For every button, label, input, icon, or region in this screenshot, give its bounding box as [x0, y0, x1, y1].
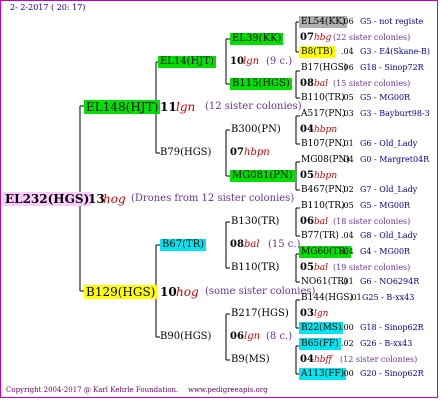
gen4-drone-code: hbpn: [314, 171, 338, 181]
gen1-drone-code: hog: [176, 285, 199, 299]
gen3-queen: MG081(PN): [230, 170, 295, 182]
gen1-drone-count: 11: [160, 100, 177, 114]
gen1-drone-code: lgn: [176, 100, 196, 114]
root-drone-note: (Drones from 12 sister colonies): [131, 193, 295, 204]
gen2-drone-count: 08: [230, 239, 244, 250]
gen2-drone-count: 06: [230, 331, 244, 342]
gen4-value: .03: [341, 109, 354, 118]
gen4-lineage: G0 - Margret04R: [360, 155, 430, 164]
gen4-value: .05: [341, 201, 354, 210]
gen2-drone-note: (15 c.): [268, 239, 301, 250]
footer-copyright: Copyright 2004-2017 @ Karl Kehrle Founda…: [6, 386, 179, 394]
gen4-value: .04: [341, 47, 354, 56]
gen4-queen: B8(TB): [299, 46, 335, 58]
gen4-value: .01: [341, 139, 354, 148]
gen4-drone-code: hbg: [314, 33, 332, 43]
gen4-value: .04: [341, 231, 354, 240]
root-drone-code: hog: [103, 192, 126, 206]
gen4-lineage: G6 - NO6294R: [360, 277, 420, 286]
gen4-value: .04: [341, 247, 354, 256]
gen2-queen: B90(HGS): [160, 331, 212, 342]
gen2-drone-code: lgn: [244, 331, 261, 342]
gen2-drone-note: (9 c.): [266, 56, 293, 67]
gen1-drone-note: (12 sister colonies): [205, 101, 302, 112]
gen4-drone-note: (19 sister colonies): [333, 263, 411, 272]
gen2-drone-code: lgn: [243, 56, 260, 67]
gen4-lineage: G3 - Bayburt98-3: [360, 109, 430, 118]
gen4-drone-count: 07: [300, 32, 314, 43]
gen2-drone-code: hbpn: [244, 147, 270, 158]
gen4-queen: B144(HGS): [301, 293, 354, 303]
gen4-drone-count: 04: [300, 354, 314, 365]
gen2-drone-count: 07: [230, 147, 244, 158]
gen4-lineage: G18 - Sinop62R: [360, 323, 424, 332]
gen4-drone-count: 04: [300, 124, 314, 135]
gen4-value: .05: [341, 93, 354, 102]
gen3-queen: B9(MS): [231, 354, 270, 365]
gen4-lineage: G8 - Old_Lady: [360, 231, 418, 240]
gen4-drone-code: bal: [314, 263, 329, 273]
gen4-lineage: G7 - Old_Lady: [360, 185, 418, 194]
gen4-drone-count: 06: [300, 216, 314, 227]
gen1-queen: B129(HGS): [84, 285, 158, 299]
footer-site: www.pedigreeapis.org: [188, 386, 268, 394]
gen4-lineage: G5 - MG00R: [360, 201, 411, 210]
gen4-lineage: G5 - not registe: [360, 17, 424, 26]
date-stamp: 2- 2-2017 ( 20: 17): [10, 3, 86, 12]
gen4-lineage: G25 - B-xx43: [362, 293, 415, 302]
gen4-drone-code: hbpn: [314, 125, 338, 135]
gen4-lineage: G4 - MG00R: [360, 247, 411, 256]
gen4-value: .02: [341, 185, 354, 194]
gen4-value: .04: [341, 155, 354, 164]
gen4-lineage: G20 - Sinop62R: [360, 369, 424, 378]
gen4-drone-count: 05: [300, 170, 314, 181]
gen4-drone-code: hbff: [314, 355, 332, 365]
gen4-lineage: G6 - Old_Lady: [360, 139, 418, 148]
root-queen: EL232(HGS): [3, 192, 92, 206]
gen4-lineage: G5 - MG00R: [360, 93, 411, 102]
gen4-lineage: G26 - B-xx43: [360, 339, 413, 348]
gen4-drone-note: (12 sister colonies): [340, 355, 418, 364]
gen3-queen: B217(HGS): [231, 308, 289, 319]
gen4-value: .06: [341, 63, 354, 72]
gen4-value: .00: [341, 369, 354, 378]
gen4-queen: B22(MS): [299, 322, 344, 334]
gen4-value: .02: [341, 339, 354, 348]
gen1-drone-count: 10: [160, 285, 177, 299]
gen3-queen: B115(HGS): [230, 78, 292, 90]
gen2-queen: B79(HGS): [160, 147, 212, 158]
gen4-drone-count: 03: [300, 308, 314, 319]
gen2-queen: EL14(HJT): [158, 56, 216, 68]
gen4-drone-code: bal: [314, 217, 329, 227]
gen3-queen: EL39(KK): [230, 33, 284, 45]
gen4-value: .01: [349, 293, 362, 302]
gen4-drone-count: 05: [300, 262, 314, 273]
gen4-queen: B65(FF): [299, 338, 341, 350]
gen2-queen: B67(TR): [160, 239, 207, 251]
gen1-queen: EL148(HJT): [84, 100, 161, 114]
gen2-drone-code: bal: [244, 239, 260, 250]
gen4-queen: B110(TR): [301, 93, 345, 103]
gen2-drone-count: 10: [230, 56, 244, 67]
gen4-lineage: G3 - E4(Skane-B): [360, 47, 431, 56]
gen4-value: .01: [341, 277, 354, 286]
gen4-queen: B110(TR): [301, 201, 345, 211]
gen4-queen: B77(TR): [301, 231, 339, 241]
gen4-value: .06: [341, 17, 354, 26]
gen4-drone-code: lgn: [314, 309, 329, 319]
gen4-queen: A113(FF): [299, 368, 347, 380]
gen3-queen: B110(TR): [231, 262, 280, 273]
gen3-queen: B300(PN): [231, 124, 281, 135]
gen4-value: .00: [341, 323, 354, 332]
gen4-drone-note: (18 sister colonies): [333, 217, 411, 226]
gen2-drone-note: (8 c.): [266, 331, 293, 342]
gen4-drone-note: (22 sister colonies): [333, 33, 411, 42]
gen4-lineage: G18 - Sinop72R: [360, 63, 424, 72]
gen4-drone-note: (15 sister colonies): [333, 79, 411, 88]
gen4-drone-code: bal: [314, 79, 329, 89]
gen3-queen: B130(TR): [231, 216, 280, 227]
gen4-drone-count: 08: [300, 78, 314, 89]
